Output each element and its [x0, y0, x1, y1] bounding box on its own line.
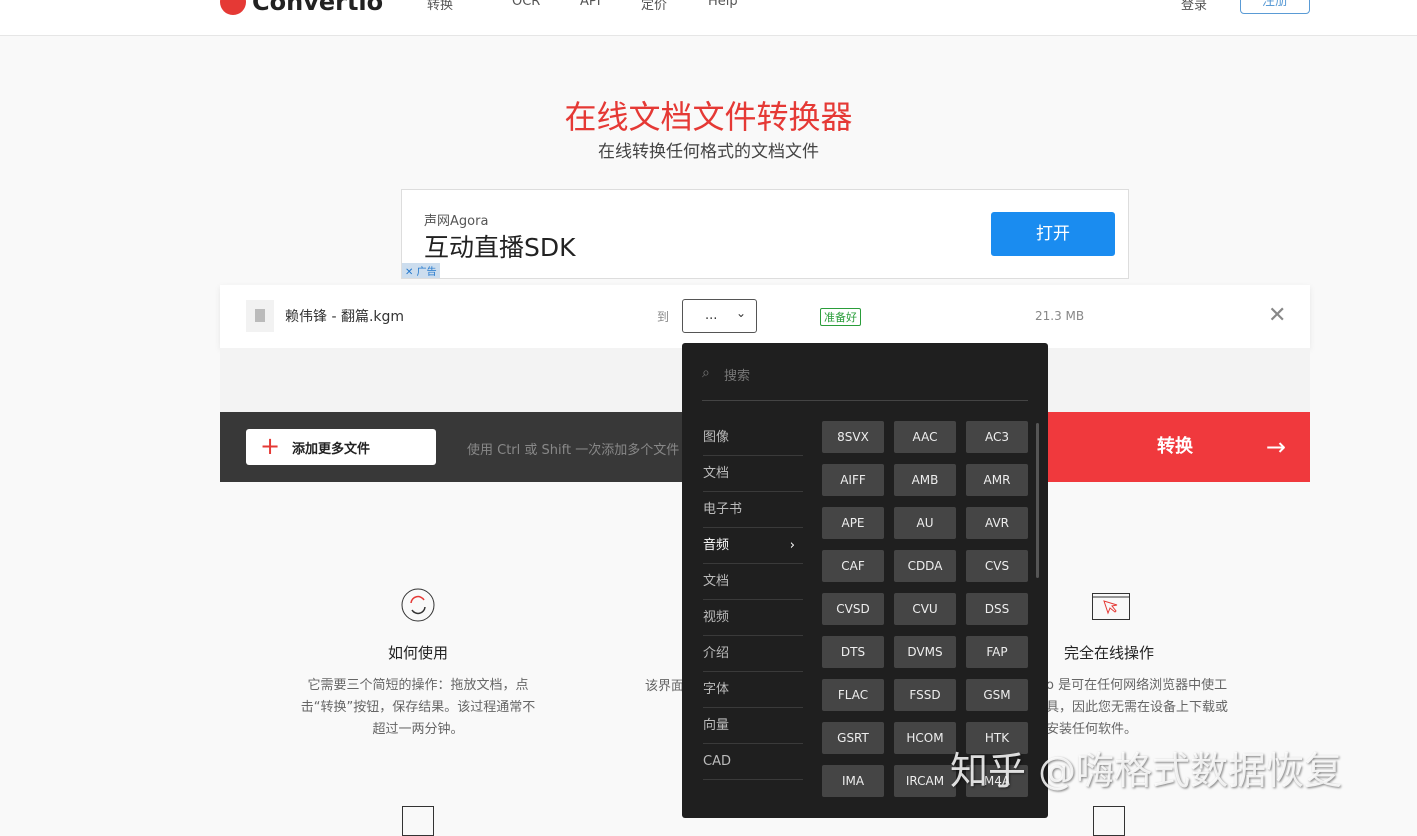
format-option[interactable]: AVR — [966, 507, 1028, 539]
signup-button[interactable]: 注册 — [1240, 0, 1310, 14]
scrollbar[interactable] — [1036, 423, 1039, 578]
login-link[interactable]: 登录 — [1181, 0, 1207, 13]
to-label: 到 — [657, 310, 670, 324]
multi-select-hint: 使用 Ctrl 或 Shift 一次添加多个文件 — [467, 443, 680, 458]
format-option[interactable]: AMR — [966, 464, 1028, 496]
file-icon — [246, 300, 274, 332]
format-option[interactable]: AIFF — [822, 464, 884, 496]
feature-how-to-use: 如何使用 它需要三个简短的操作：拖放文档，点击“转换”按钮，保存结果。该过程通常… — [268, 588, 568, 741]
feature-text: 该界面 — [645, 679, 685, 694]
format-option[interactable]: GSRT — [822, 722, 884, 754]
format-option[interactable]: FLAC — [822, 679, 884, 711]
chevron-right-icon: › — [789, 538, 795, 553]
file-name: 赖伟锋 - 翻篇.kgm — [285, 309, 405, 325]
format-option[interactable]: CVSD — [822, 593, 884, 625]
convert-button[interactable]: 转换 → — [1040, 412, 1310, 482]
nav-api[interactable]: API — [580, 0, 601, 9]
format-option[interactable]: CVS — [966, 550, 1028, 582]
format-select[interactable]: ... ⌄ — [682, 299, 757, 333]
category-label: CAD — [703, 754, 731, 769]
format-option[interactable]: DVMS — [894, 636, 956, 668]
category-label: 字体 — [703, 682, 730, 697]
format-option[interactable]: AU — [894, 507, 956, 539]
category-item[interactable]: 文档 — [703, 456, 803, 492]
ad-brand: 声网Agora — [424, 214, 489, 229]
category-label: 视频 — [703, 610, 730, 625]
category-label: 音频 — [703, 538, 730, 553]
page-subtitle: 在线转换任何格式的文档文件 — [598, 142, 819, 162]
feature-online: 完全在线操作 o 是可在任何网络浏览器中使工具，因此您无需在设备上下载或安装任何… — [1040, 588, 1250, 741]
search-icon: ⌕ — [702, 365, 710, 381]
nav-help[interactable]: Help — [708, 0, 738, 9]
category-item[interactable]: 图像 — [703, 420, 803, 456]
add-more-files-button[interactable]: + 添加更多文件 — [246, 429, 436, 465]
feature-text: 它需要三个简短的操作：拖放文档，点击“转换”按钮，保存结果。该过程通常不超过一两… — [300, 678, 536, 737]
format-option[interactable]: CVU — [894, 593, 956, 625]
nav-ocr[interactable]: OCR — [512, 0, 540, 9]
format-option[interactable]: IMA — [822, 765, 884, 797]
category-item[interactable]: 介绍 — [703, 636, 803, 672]
file-icon — [1093, 806, 1125, 836]
convert-label: 转换 — [1157, 436, 1193, 457]
nav-pricing[interactable]: 定价 — [641, 0, 667, 13]
format-option[interactable]: AMB — [894, 464, 956, 496]
watermark: 知乎 @嗨格式数据恢复 — [950, 749, 1343, 793]
feature-title: 完全在线操作 — [1064, 644, 1155, 662]
ad-title: 互动直播SDK — [424, 233, 576, 262]
format-option[interactable]: APE — [822, 507, 884, 539]
category-item[interactable]: 文档 — [703, 564, 803, 600]
category-item[interactable]: 电子书 — [703, 492, 803, 528]
format-option[interactable]: AAC — [894, 421, 956, 453]
format-option[interactable]: IRCAM — [894, 765, 956, 797]
category-item[interactable]: 字体 — [703, 672, 803, 708]
top-header: Convertio 转换 OCR API 定价 Help 登录 注册 — [0, 0, 1417, 36]
format-option[interactable]: FSSD — [894, 679, 956, 711]
status-badge: 准备好 — [820, 308, 861, 326]
browser-cursor-icon — [1092, 593, 1130, 620]
format-option[interactable]: DTS — [822, 636, 884, 668]
category-label: 图像 — [703, 430, 730, 445]
ad-open-button[interactable]: 打开 — [991, 212, 1115, 256]
format-option[interactable]: GSM — [966, 679, 1028, 711]
logo[interactable]: Convertio — [220, 0, 383, 16]
chevron-down-icon: ⌄ — [735, 306, 746, 320]
category-item[interactable]: 向量 — [703, 708, 803, 744]
format-search-input[interactable]: ⌕ 搜索 — [702, 365, 1028, 401]
ad-tag[interactable]: ✕ 广告 — [402, 263, 440, 278]
refresh-icon — [401, 588, 435, 622]
remove-file-icon[interactable]: ✕ — [1268, 303, 1286, 328]
file-size: 21.3 MB — [1035, 309, 1085, 323]
add-more-label: 添加更多文件 — [292, 442, 371, 457]
logo-icon — [220, 0, 246, 15]
category-item[interactable]: 音频 › — [703, 528, 803, 564]
logo-text: Convertio — [252, 0, 384, 16]
category-label: 文档 — [703, 466, 730, 481]
format-option[interactable]: DSS — [966, 593, 1028, 625]
format-option[interactable]: FAP — [966, 636, 1028, 668]
search-placeholder: 搜索 — [724, 369, 751, 384]
feature-title: 如何使用 — [387, 644, 448, 662]
format-option[interactable]: CAF — [822, 550, 884, 582]
format-option[interactable]: HCOM — [894, 722, 956, 754]
feature-text: o 是可在任何网络浏览器中使工具，因此您无需在设备上下载或安装任何软件。 — [1046, 678, 1229, 737]
format-option[interactable]: AC3 — [966, 421, 1028, 453]
plus-icon: + — [260, 432, 281, 460]
format-option[interactable]: 8SVX — [822, 421, 884, 453]
category-item[interactable]: CAD — [703, 744, 803, 780]
format-value: ... — [705, 308, 718, 323]
category-item[interactable]: 视频 — [703, 600, 803, 636]
close-icon[interactable]: ✕ — [405, 267, 413, 278]
arrow-right-icon: → — [1265, 433, 1286, 461]
ad-banner[interactable]: 声网Agora 互动直播SDK 打开 ✕ 广告 — [401, 189, 1129, 279]
category-label: 电子书 — [703, 502, 743, 517]
nav-convert[interactable]: 转换 — [427, 0, 453, 13]
page-title: 在线文档文件转换器 — [564, 98, 853, 136]
check-icon — [402, 806, 434, 836]
format-option[interactable]: CDDA — [894, 550, 956, 582]
category-label: 文档 — [703, 574, 730, 589]
category-label: 向量 — [703, 718, 730, 733]
category-label: 介绍 — [703, 646, 730, 661]
ad-tag-label: 广告 — [416, 267, 437, 278]
file-row: 赖伟锋 - 翻篇.kgm 到 ... ⌄ 准备好 21.3 MB ✕ — [220, 285, 1310, 348]
